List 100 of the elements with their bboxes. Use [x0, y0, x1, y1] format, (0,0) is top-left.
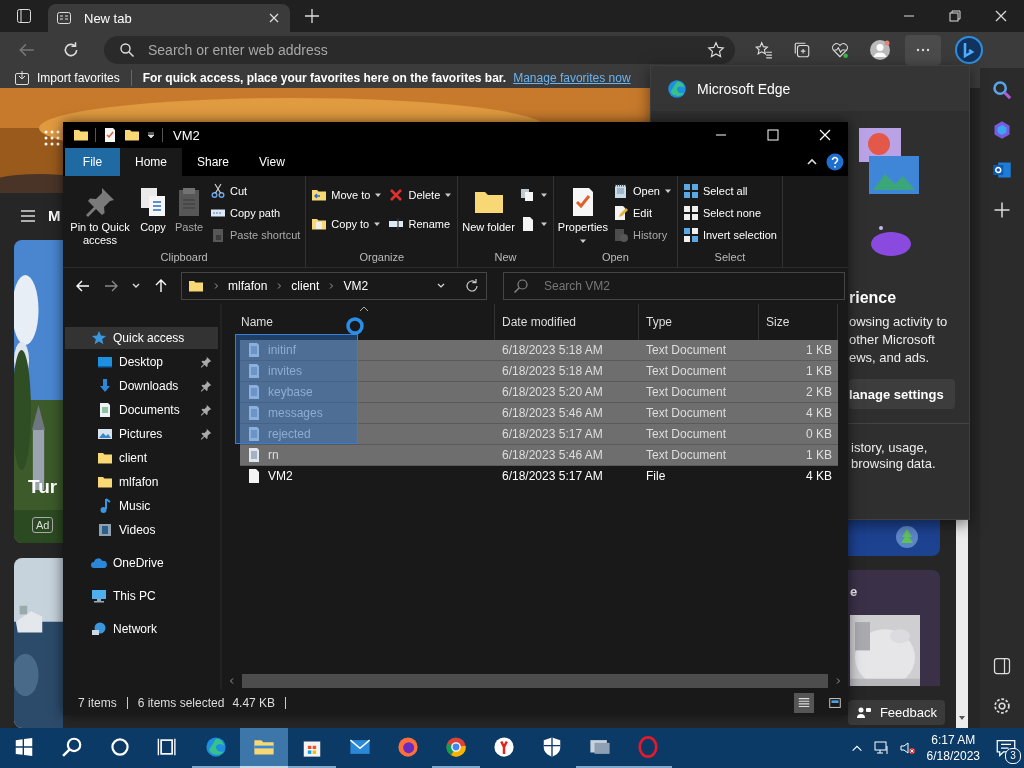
apps-icon[interactable] — [44, 130, 60, 146]
search-icon — [513, 278, 529, 294]
import-favorites-link[interactable]: Import favorites — [37, 71, 120, 85]
nav-item[interactable]: Network — [65, 618, 218, 640]
scroll-right-icon[interactable] — [834, 677, 842, 685]
file-row[interactable]: initinf 6/18/2023 5:18 AM Text Document 1 KB — [240, 340, 838, 361]
nav-item[interactable]: Desktop — [65, 351, 218, 373]
rename-icon — [388, 215, 405, 232]
ribbon-button[interactable]: New folder — [461, 180, 516, 234]
ribbon-button[interactable]: Select all — [680, 180, 779, 202]
manage-settings-button[interactable]: lanage settings — [849, 379, 955, 409]
plus-icon[interactable] — [992, 200, 1012, 220]
breadcrumb-item[interactable]: client — [291, 279, 320, 293]
folder-icon — [97, 450, 113, 466]
nav-item[interactable]: Music — [65, 495, 218, 517]
split-view-icon[interactable] — [992, 656, 1012, 676]
favorites-icon[interactable] — [755, 41, 773, 59]
caret-icon[interactable] — [146, 130, 156, 140]
ribbon-button[interactable]: Cut — [208, 180, 303, 202]
breadcrumb-item[interactable]: mlfafon — [228, 279, 268, 293]
manage-favorites-link[interactable]: Manage favorites now — [513, 71, 631, 85]
breadcrumb-item[interactable]: VM2 — [343, 279, 369, 293]
scrollbar[interactable] — [956, 520, 968, 728]
address-bar[interactable]: mlfafon client VM2 — [181, 272, 487, 300]
close-icon[interactable] — [817, 127, 833, 143]
notifications-button[interactable]: 3 — [988, 728, 1024, 768]
view-button[interactable] — [794, 692, 814, 713]
tab-actions-icon[interactable] — [16, 8, 32, 24]
nav-item[interactable]: Quick access — [65, 327, 218, 349]
large-icons-view-icon — [828, 695, 842, 710]
address-field[interactable]: Search or enter web address — [104, 36, 735, 64]
news-card[interactable] — [848, 520, 940, 556]
ribbon-button[interactable]: Select none — [680, 202, 779, 224]
ribbon-button[interactable]: Rename — [386, 209, 455, 238]
ribbon-button[interactable]: Move to — [309, 180, 385, 209]
back-arrow-icon[interactable] — [75, 278, 91, 294]
up-arrow-icon[interactable] — [153, 278, 169, 294]
file-row[interactable]: invites 6/18/2023 5:18 AM Text Document 1 KB — [240, 361, 838, 382]
ribbon-button[interactable]: Open — [611, 180, 674, 202]
nav-item[interactable]: OneDrive — [65, 552, 218, 574]
file-row[interactable]: messages 6/18/2023 5:46 AM Text Document 4 KB — [240, 403, 838, 424]
restore-icon[interactable] — [947, 8, 963, 24]
date-cell-text: 6/18/2023 5:18 AM — [501, 364, 604, 378]
hexagon-app-icon[interactable] — [992, 120, 1012, 140]
history-icon — [613, 227, 629, 243]
feedback-button[interactable]: Feedback — [847, 700, 945, 725]
file-row[interactable]: keybase 6/18/2023 5:20 AM Text Document 2 KB — [240, 382, 838, 403]
forward-arrow-icon[interactable] — [103, 278, 119, 294]
settings-icon[interactable] — [992, 696, 1012, 716]
heartbeat-icon[interactable] — [831, 41, 849, 59]
chevron-right-icon — [275, 282, 284, 290]
properties-icon[interactable] — [102, 127, 118, 143]
network-icon — [91, 621, 107, 637]
ribbon-tab[interactable]: View — [244, 148, 300, 176]
chat-logo-icon[interactable] — [955, 36, 983, 64]
file-row[interactable]: rejected 6/18/2023 5:17 AM Text Document 0 KB — [240, 424, 838, 445]
ribbon-button[interactable]: Copy to — [309, 209, 385, 238]
nav-item[interactable]: Downloads — [65, 375, 218, 397]
news-card[interactable]: e — [848, 570, 940, 686]
plus-icon[interactable] — [304, 8, 320, 24]
help-icon[interactable] — [826, 153, 844, 171]
nav-item[interactable]: client — [65, 447, 218, 469]
file-row[interactable]: rn 6/18/2023 5:46 AM Text Document 1 KB — [240, 445, 838, 466]
pin-icon — [84, 186, 116, 218]
star-icon[interactable] — [707, 41, 725, 59]
video-icon — [97, 522, 113, 538]
clock[interactable]: 6:17 AM 6/18/2023 — [926, 732, 980, 764]
ribbon-button[interactable]: Copy — [136, 180, 170, 234]
ribbon-tab[interactable]: File — [65, 148, 120, 176]
ribbon-tab[interactable]: Share — [182, 148, 245, 176]
ribbon-button[interactable]: Edit — [611, 202, 674, 224]
menu-icon[interactable] — [20, 207, 36, 224]
ribbon-button[interactable]: Copy path — [208, 202, 303, 224]
maximize-icon[interactable] — [765, 127, 781, 143]
nav-item[interactable]: This PC — [65, 585, 218, 607]
ribbon-button[interactable]: Pin to Quick access — [66, 180, 134, 247]
nav-item[interactable]: Pictures — [65, 423, 218, 445]
scrollbar-thumb[interactable] — [242, 674, 828, 688]
network-icon[interactable] — [873, 740, 890, 756]
search-field[interactable]: Search VM2 — [503, 272, 845, 300]
search-icon[interactable] — [992, 80, 1012, 100]
ribbon-tab[interactable]: Home — [120, 148, 182, 176]
ribbon-button[interactable]: Invert selection — [680, 224, 779, 246]
nav-item[interactable]: Documents — [65, 399, 218, 421]
ribbon-button[interactable]: Properties — [556, 180, 609, 245]
nav-item[interactable]: mlfafon — [65, 471, 218, 493]
scroll-left-icon[interactable] — [228, 677, 236, 685]
browser-tab[interactable]: New tab — [48, 4, 290, 32]
close-icon[interactable] — [993, 8, 1009, 24]
file-name: keybase — [268, 385, 313, 399]
mail-app-icon[interactable] — [992, 160, 1012, 180]
nav-item[interactable]: Videos — [65, 519, 218, 541]
refresh-icon[interactable] — [62, 41, 80, 59]
muted-speaker-icon[interactable] — [899, 740, 916, 756]
type-cell-text: Text Document — [645, 406, 728, 420]
refresh-icon[interactable] — [464, 278, 480, 294]
file-row[interactable]: VM2 6/18/2023 5:17 AM File 4 KB — [240, 466, 838, 487]
avatar-icon[interactable] — [869, 39, 891, 61]
ribbon-button[interactable]: Delete — [386, 180, 455, 209]
collections-icon[interactable] — [793, 41, 811, 59]
